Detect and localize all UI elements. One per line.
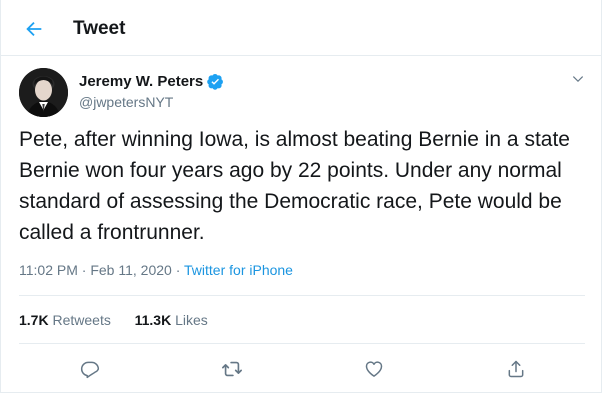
tweet-meta: 11:02 PM · Feb 11, 2020 · Twitter for iP… <box>19 262 293 278</box>
author-handle[interactable]: @jwpetersNYT <box>79 94 173 110</box>
retweet-icon <box>222 361 242 377</box>
likes-stat[interactable]: 11.3K Likes <box>135 312 208 328</box>
retweet-button[interactable] <box>219 356 245 382</box>
like-button[interactable] <box>361 356 387 382</box>
chevron-down-icon <box>572 76 584 83</box>
back-button[interactable] <box>19 14 49 44</box>
retweets-count: 1.7K <box>19 312 49 328</box>
heart-icon <box>365 361 383 377</box>
tweet-actions <box>1 356 601 382</box>
more-options-button[interactable] <box>567 70 589 88</box>
meta-separator: · <box>171 262 185 278</box>
tweet-source-link[interactable]: Twitter for iPhone <box>184 262 293 278</box>
tweet-stats: 1.7K Retweets 11.3K Likes <box>19 312 208 328</box>
tweet-page: Tweet Jeremy W. Peters @jwpetersNYT Pete… <box>0 0 602 393</box>
tweet-date[interactable]: Feb 11, 2020 <box>90 262 171 278</box>
reply-button[interactable] <box>77 356 103 382</box>
verified-badge-icon <box>207 73 224 90</box>
divider <box>19 295 585 296</box>
page-header: Tweet <box>1 0 601 56</box>
retweets-label: Retweets <box>52 312 111 328</box>
retweets-stat[interactable]: 1.7K Retweets <box>19 312 111 328</box>
share-icon <box>508 360 524 378</box>
avatar-image <box>19 68 68 117</box>
meta-separator: · <box>77 262 91 278</box>
author-name[interactable]: Jeremy W. Peters <box>79 73 203 90</box>
avatar[interactable] <box>19 68 68 117</box>
divider <box>19 343 585 344</box>
page-title: Tweet <box>73 18 126 39</box>
tweet-time[interactable]: 11:02 PM <box>19 262 78 278</box>
likes-count: 11.3K <box>134 312 172 328</box>
share-button[interactable] <box>503 356 529 382</box>
reply-icon <box>80 361 100 379</box>
tweet-text: Pete, after winning Iowa, is almost beat… <box>19 128 570 244</box>
arrow-left-icon <box>26 21 42 37</box>
author-name-line[interactable]: Jeremy W. Peters <box>79 73 224 90</box>
likes-label: Likes <box>175 312 208 328</box>
